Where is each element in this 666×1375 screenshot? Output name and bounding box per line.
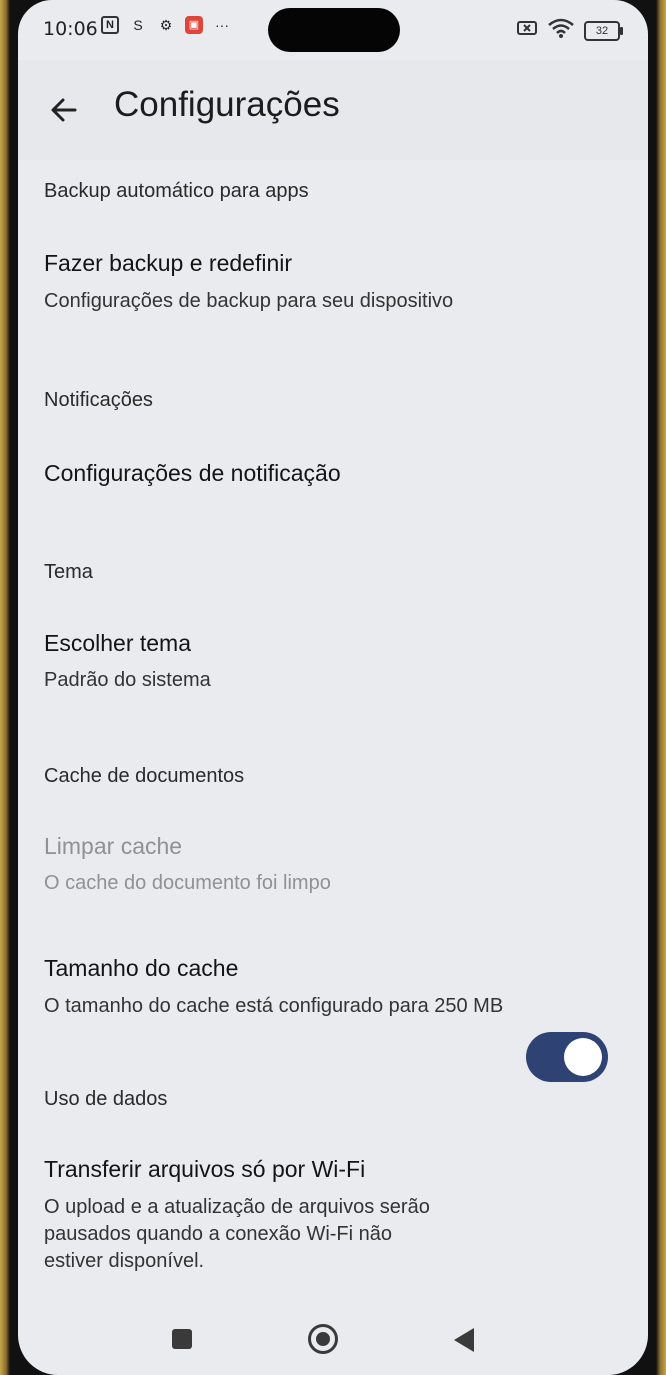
system-nav-bar xyxy=(18,1310,648,1370)
wifi-only-title: Transferir arquivos só por Wi-Fi xyxy=(44,1156,366,1182)
section-header-theme: Tema xyxy=(44,561,93,583)
choose-theme-subtitle: Padrão do sistema xyxy=(44,669,211,691)
phone-frame: 10:06 N S ⚙ ▣ ··· 32 Configurações Backu… xyxy=(0,0,666,1375)
choose-theme-title: Escolher tema xyxy=(44,630,192,656)
wifi-only-subtitle-line2: pausados quando a conexão Wi-Fi não xyxy=(44,1223,393,1245)
page-title: Configurações xyxy=(114,85,340,124)
no-sim-icon xyxy=(516,19,538,43)
home-circle-icon[interactable] xyxy=(308,1324,338,1354)
clear-cache-title: Limpar cache xyxy=(44,833,183,859)
wifi-only-subtitle-line3: estiver disponível. xyxy=(44,1250,205,1272)
app-bar: Configurações xyxy=(18,60,648,160)
nfc-icon: N xyxy=(101,16,119,34)
cache-size-title: Tamanho do cache xyxy=(44,955,239,981)
back-arrow-icon[interactable] xyxy=(44,90,84,130)
screen: 10:06 N S ⚙ ▣ ··· 32 Configurações Backu… xyxy=(18,0,648,1375)
battery-icon: 32 xyxy=(584,21,623,41)
more-notifications-icon: ··· xyxy=(215,17,229,33)
wifi-only-subtitle-line1: O upload e a atualização de arquivos ser… xyxy=(44,1196,430,1218)
settings-gear-icon: ⚙ xyxy=(159,17,173,33)
recents-square-icon[interactable] xyxy=(172,1329,192,1349)
s-app-icon: S xyxy=(133,17,143,33)
notification-settings-title: Configurações de notificação xyxy=(44,460,341,486)
wifi-icon xyxy=(548,18,574,44)
section-header-data-usage: Uso de dados xyxy=(44,1088,168,1110)
clear-cache-subtitle: O cache do documento foi limpo xyxy=(44,872,331,894)
status-time: 10:06 xyxy=(43,18,98,40)
backup-reset-subtitle: Configurações de backup para seu disposi… xyxy=(44,290,454,312)
toggle-knob xyxy=(564,1038,602,1076)
section-header-cache: Cache de documentos xyxy=(44,765,245,787)
status-left-icons: N S ⚙ ▣ ··· xyxy=(101,16,231,34)
cache-size-subtitle: O tamanho do cache está configurado para… xyxy=(44,995,504,1017)
section-header-notifications: Notificações xyxy=(44,389,153,411)
status-right-icons: 32 xyxy=(516,18,623,44)
back-triangle-icon[interactable] xyxy=(454,1328,474,1352)
camera-notch xyxy=(268,8,400,52)
backup-reset-title: Fazer backup e redefinir xyxy=(44,250,293,276)
app-notification-icon: ▣ xyxy=(185,16,203,34)
section-header-backup: Backup automático para apps xyxy=(44,180,309,202)
status-bar: 10:06 N S ⚙ ▣ ··· 32 xyxy=(18,0,648,60)
wifi-only-toggle[interactable] xyxy=(526,1032,608,1082)
